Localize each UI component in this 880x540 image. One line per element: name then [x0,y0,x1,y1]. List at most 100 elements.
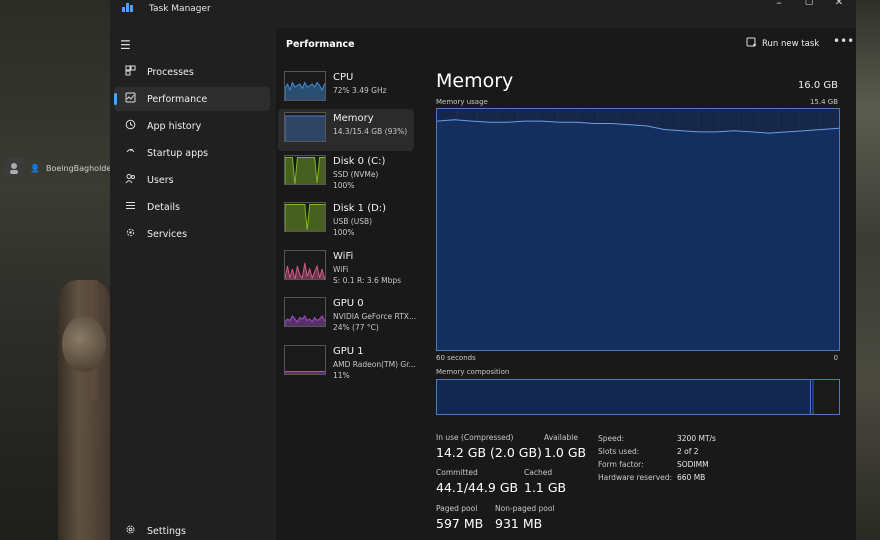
composition-in-use-segment [437,380,811,414]
details-icon [118,200,142,214]
device-thumbnail-graph [284,71,326,101]
minimize-button[interactable]: – [764,0,794,9]
sidebar-item-processes[interactable]: Processes [114,60,270,84]
device-usage: 24% (77 °C) [333,323,379,332]
users-icon [118,173,142,187]
device-thumbnail-graph [284,345,326,375]
device-item-memory[interactable]: Memory 14.3/15.4 GB (93%) [278,109,414,151]
non-paged-pool-label: Non-paged pool [495,504,555,513]
device-usage: 100% [333,228,355,237]
device-thumbnail-graph [284,250,326,280]
time-span-label: 60 seconds [436,354,476,362]
close-button[interactable]: ✕ [824,0,854,8]
device-name: Disk 0 (C:) [333,156,386,167]
device-name: WiFi [333,251,354,262]
device-item-wifi[interactable]: WiFi WiFi S: 0.1 R: 3.6 Mbps [278,247,414,289]
device-name: CPU [333,72,354,83]
title-bar[interactable]: Task Manager – ▢ ✕ [110,0,856,28]
spec-key: Form factor: [598,460,644,469]
desktop-background-left: 👤 BoeingBagholder [0,0,115,540]
non-paged-pool-value: 931 MB [495,516,543,531]
task-manager-window: Task Manager – ▢ ✕ ☰ Processes Performan… [110,0,856,540]
device-detail: 72% 3.49 GHz [333,86,387,95]
memory-usage-chart [437,109,839,350]
device-name: Memory [333,113,374,124]
spec-value: 660 MB [677,473,706,482]
committed-label: Committed [436,468,478,477]
memory-composition-label: Memory composition [436,368,510,376]
person-icon: 👤 [30,163,40,173]
performance-content: Performance Run new task ••• CPU 72% 3.4… [276,28,856,540]
run-task-icon [746,37,757,51]
device-thumbnail-graph [284,297,326,327]
device-usage: 11% [333,371,350,380]
memory-detail-pane: Memory 16.0 GB Memory usage 15.4 GB 60 s… [434,68,854,538]
sidebar-item-label: Performance [147,93,208,105]
device-item-gpu-1[interactable]: GPU 1 AMD Radeon(TM) Gr... 11% [278,342,416,384]
app-history-icon [118,119,142,133]
window-title: Task Manager [149,4,211,14]
time-end-label: 0 [833,354,838,362]
spec-key: Speed: [598,434,625,443]
memory-usage-graph [436,108,840,351]
gear-icon [118,524,142,538]
more-options-icon[interactable]: ••• [833,34,854,48]
device-thumbnail-graph [284,155,326,185]
device-item-disk-1[interactable]: Disk 1 (D:) USB (USB) 100% [278,199,414,241]
memory-usage-area [437,119,839,350]
sidebar-item-app-history[interactable]: App history [114,114,270,138]
device-usage: S: 0.1 R: 3.6 Mbps [333,276,402,285]
sidebar-item-label: Users [147,174,174,186]
composition-modified-segment [811,380,814,414]
sparkline [285,262,325,279]
device-item-cpu[interactable]: CPU 72% 3.49 GHz [278,68,414,110]
in-use-label: In use (Compressed) [436,433,514,442]
memory-title: Memory [436,70,514,92]
memory-composition-bar [436,379,840,415]
sidebar-item-label: Processes [147,66,194,78]
available-value: 1.0 GB [544,445,587,460]
desktop-user-tag[interactable]: 👤 BoeingBagholder [4,158,115,178]
cached-value: 1.1 GB [524,480,567,495]
sidebar-item-settings[interactable]: Settings [114,519,270,540]
device-thumbnail-graph [284,202,326,232]
device-name: GPU 1 [333,346,364,357]
device-detail: USB (USB) [333,217,373,226]
desktop-background-right [856,0,880,540]
paged-pool-label: Paged pool [436,504,478,513]
device-usage: 100% [333,181,355,190]
sparkline [285,81,325,100]
sidebar-item-details[interactable]: Details [114,195,270,219]
device-detail: NVIDIA GeForce RTX... [333,312,417,321]
services-icon [118,227,142,241]
spec-key: Slots used: [598,447,640,456]
hamburger-menu-icon[interactable]: ☰ [120,38,131,52]
device-item-gpu-0[interactable]: GPU 0 NVIDIA GeForce RTX... 24% (77 °C) [278,294,417,336]
memory-usage-max: 15.4 GB [809,98,838,106]
in-use-value: 14.2 GB (2.0 GB) [436,445,542,460]
sparkline [285,371,325,374]
sidebar-item-startup-apps[interactable]: Startup apps [114,141,270,165]
sidebar-item-label: Startup apps [147,147,209,159]
sidebar-item-label: Settings [147,525,186,537]
device-detail: WiFi [333,265,349,274]
device-item-disk-0[interactable]: Disk 0 (C:) SSD (NVMe) 100% [278,152,414,194]
sidebar-item-label: App history [147,120,202,132]
run-new-task-button[interactable]: Run new task [746,37,819,51]
maximize-button[interactable]: ▢ [794,0,824,7]
sidebar-item-services[interactable]: Services [114,222,270,246]
sidebar-item-performance[interactable]: Performance [114,87,270,111]
run-new-task-label: Run new task [762,39,820,49]
sidebar-item-label: Services [147,228,188,240]
spec-key: Hardware reserved: [598,473,673,482]
desktop-user-name: BoeingBagholder [45,163,115,173]
sparkline [285,204,325,231]
device-name: Disk 1 (D:) [333,203,387,214]
device-name: GPU 0 [333,298,364,309]
cached-label: Cached [524,468,553,477]
page-title: Performance [286,39,355,50]
sparkline [285,315,325,326]
device-thumbnail-graph [284,112,326,142]
startup-apps-icon [118,146,142,160]
sidebar-item-users[interactable]: Users [114,168,270,192]
